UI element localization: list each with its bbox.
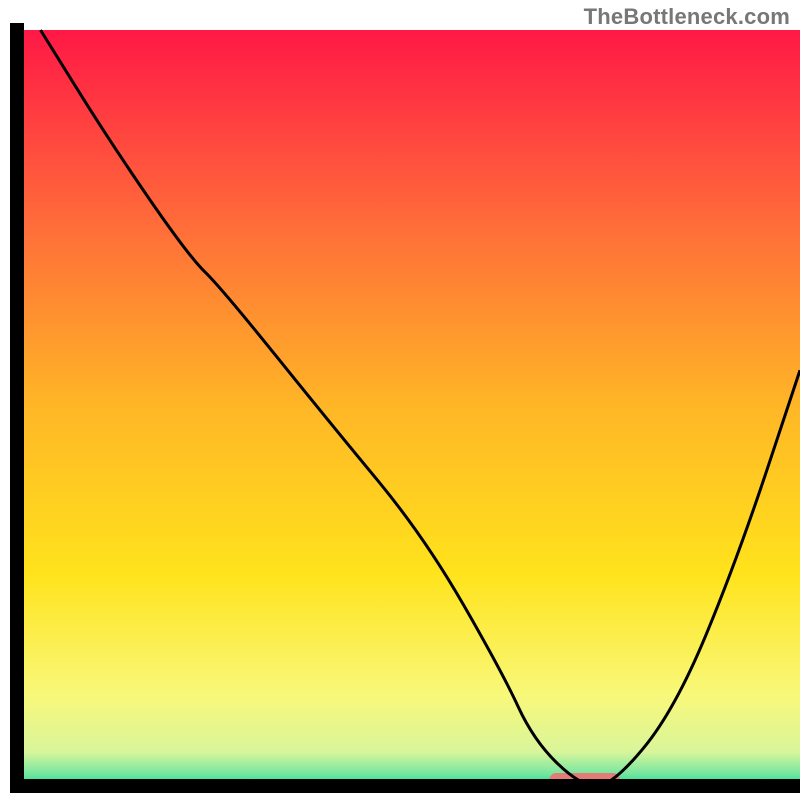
watermark-text: TheBottleneck.com [584,4,790,30]
chart-container: TheBottleneck.com [0,0,800,800]
bottleneck-chart [0,0,800,800]
plot-background [17,30,800,786]
